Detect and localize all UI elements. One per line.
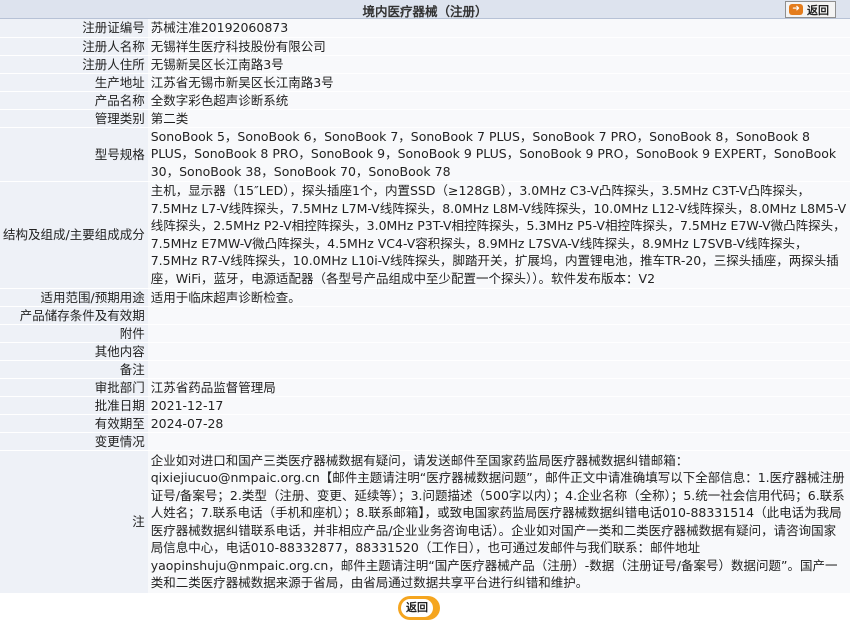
row-product: 产品名称 全数字彩色超声诊断系统 <box>0 91 850 110</box>
arrow-right-icon: ➜ <box>789 4 803 15</box>
value-changes <box>147 432 850 451</box>
value-structure: 主机，显示器（15″LED），探头插座1个，内置SSD（≥128GB），3.0M… <box>147 181 850 289</box>
row-address: 生产地址 江苏省无锡市新吴区长江南路3号 <box>0 73 850 92</box>
row-remark: 备注 <box>0 360 850 379</box>
label-note: 注 <box>0 450 148 594</box>
label-structure: 结构及组成/主要组成成分 <box>0 181 148 289</box>
detail-table: 注册证编号 苏械注准20192060873 注册人名称 无锡祥生医疗科技股份有限… <box>0 19 850 594</box>
label-product: 产品名称 <box>0 91 148 110</box>
label-dept: 审批部门 <box>0 378 148 397</box>
label-remark: 备注 <box>0 360 148 379</box>
row-attachment: 附件 <box>0 324 850 343</box>
label-registrant: 注册人名称 <box>0 37 148 56</box>
row-model: 型号规格 SonoBook 5，SonoBook 6，SonoBook 7，So… <box>0 127 850 182</box>
value-residence: 无锡新吴区长江南路3号 <box>147 55 850 74</box>
row-valid-until: 有效期至 2024-07-28 <box>0 414 850 433</box>
label-valid-until: 有效期至 <box>0 414 148 433</box>
value-storage <box>147 306 850 325</box>
value-registrant: 无锡祥生医疗科技股份有限公司 <box>147 37 850 56</box>
label-scope: 适用范围/预期用途 <box>0 288 148 307</box>
row-residence: 注册人住所 无锡新吴区长江南路3号 <box>0 55 850 74</box>
label-changes: 变更情况 <box>0 432 148 451</box>
row-other: 其他内容 <box>0 342 850 361</box>
row-reg-no: 注册证编号 苏械注准20192060873 <box>0 19 850 38</box>
value-other <box>147 342 850 361</box>
page-title: 境内医疗器械（注册） <box>362 4 488 19</box>
value-model: SonoBook 5，SonoBook 6，SonoBook 7，SonoBoo… <box>147 127 850 182</box>
label-address: 生产地址 <box>0 73 148 92</box>
back-label-bottom: 返回 <box>401 599 433 617</box>
back-button-top[interactable]: ➜ 返回 <box>785 1 836 18</box>
title-bar: 境内医疗器械（注册） ➜ 返回 <box>0 0 850 19</box>
row-dept: 审批部门 江苏省药品监督管理局 <box>0 378 850 397</box>
value-dept: 江苏省药品监督管理局 <box>147 378 850 397</box>
label-model: 型号规格 <box>0 127 148 182</box>
value-product: 全数字彩色超声诊断系统 <box>147 91 850 110</box>
back-button-bottom[interactable]: 返回 <box>398 596 440 620</box>
value-reg-no: 苏械注准20192060873 <box>147 19 850 38</box>
row-note: 注 企业如对进口和国产三类医疗器械数据有疑问，请发送邮件至国家药监局医疗器械数据… <box>0 450 850 594</box>
row-storage: 产品储存条件及有效期 <box>0 306 850 325</box>
label-attachment: 附件 <box>0 324 148 343</box>
label-approval-date: 批准日期 <box>0 396 148 415</box>
row-changes: 变更情况 <box>0 432 850 451</box>
value-address: 江苏省无锡市新吴区长江南路3号 <box>147 73 850 92</box>
page: 境内医疗器械（注册） ➜ 返回 注册证编号 苏械注准20192060873 注册… <box>0 0 850 624</box>
row-scope: 适用范围/预期用途 适用于临床超声诊断检查。 <box>0 288 850 307</box>
back-label-top: 返回 <box>807 3 829 17</box>
value-scope: 适用于临床超声诊断检查。 <box>147 288 850 307</box>
row-registrant: 注册人名称 无锡祥生医疗科技股份有限公司 <box>0 37 850 56</box>
label-residence: 注册人住所 <box>0 55 148 74</box>
value-category: 第二类 <box>147 109 850 128</box>
value-note: 企业如对进口和国产三类医疗器械数据有疑问，请发送邮件至国家药监局医疗器械数据纠错… <box>147 450 850 594</box>
label-category: 管理类别 <box>0 109 148 128</box>
label-reg-no: 注册证编号 <box>0 19 148 38</box>
row-approval-date: 批准日期 2021-12-17 <box>0 396 850 415</box>
value-valid-until: 2024-07-28 <box>147 414 850 433</box>
row-category: 管理类别 第二类 <box>0 109 850 128</box>
footer: 返回 <box>0 592 850 624</box>
row-structure: 结构及组成/主要组成成分 主机，显示器（15″LED），探头插座1个，内置SSD… <box>0 181 850 289</box>
value-attachment <box>147 324 850 343</box>
value-remark <box>147 360 850 379</box>
label-storage: 产品储存条件及有效期 <box>0 306 148 325</box>
value-approval-date: 2021-12-17 <box>147 396 850 415</box>
label-other: 其他内容 <box>0 342 148 361</box>
